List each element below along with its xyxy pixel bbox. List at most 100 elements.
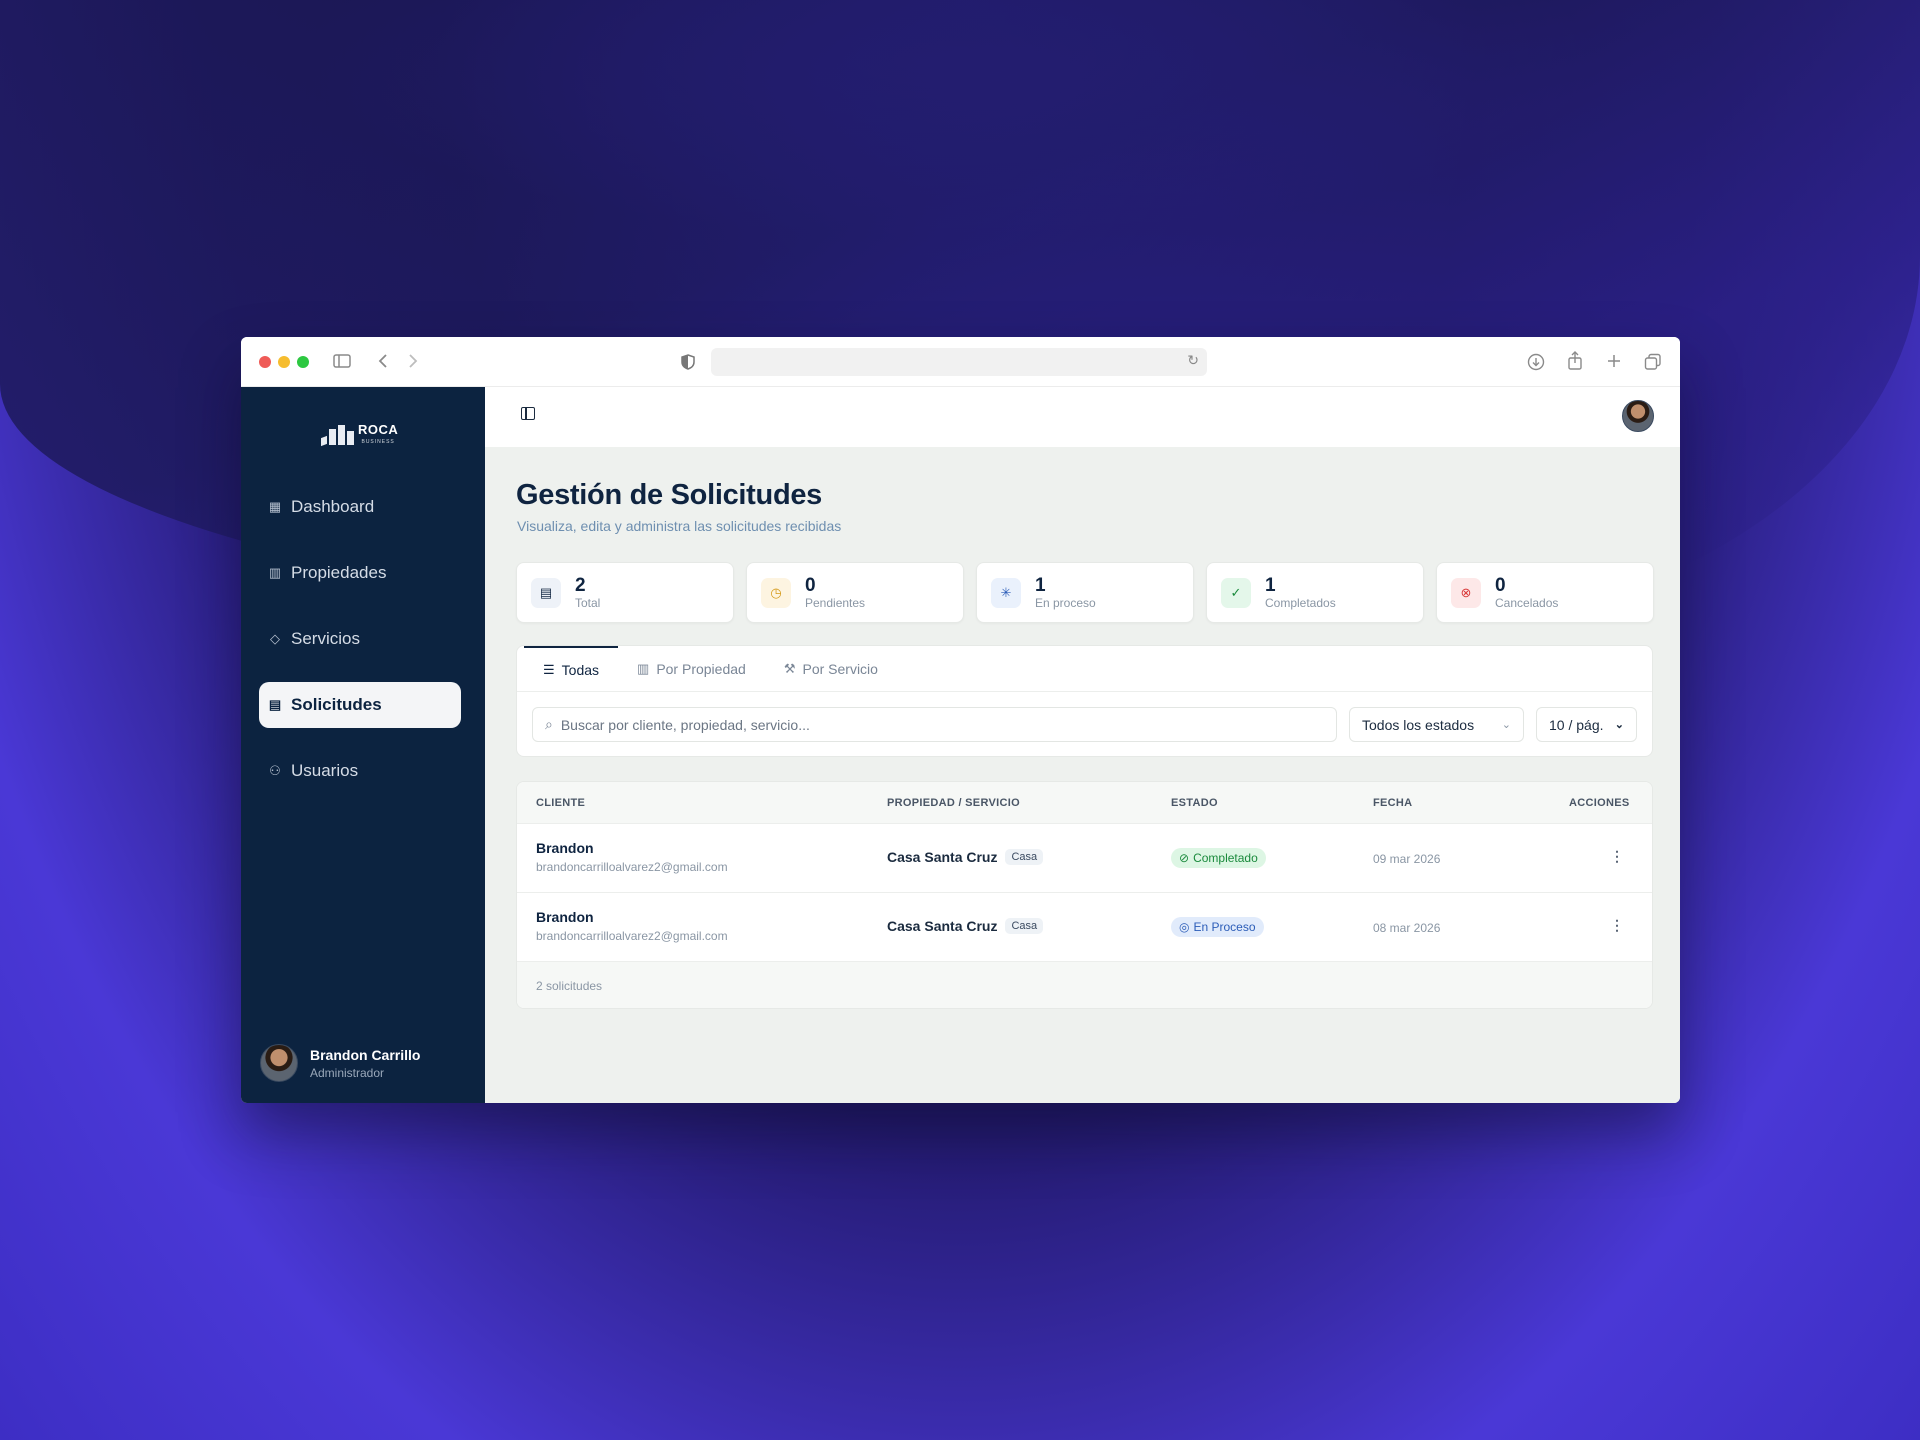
- stat-label: Cancelados: [1495, 595, 1559, 610]
- client-name: Brandon: [536, 840, 594, 856]
- property-name: Casa Santa Cruz: [887, 918, 998, 934]
- new-tab-icon[interactable]: [1607, 354, 1621, 368]
- share-icon[interactable]: [1567, 351, 1583, 371]
- stat-label: Total: [575, 595, 601, 610]
- stat-value: 2: [575, 574, 586, 596]
- browser-window: ↻ ROCA BUSINESS ▦ Dashboard ▥ Propiedade…: [241, 337, 1680, 1103]
- column-header-estado[interactable]: ESTADO: [1171, 797, 1218, 809]
- sidebar-item-propiedades[interactable]: ▥ Propiedades: [259, 550, 461, 596]
- forward-icon[interactable]: [407, 353, 419, 369]
- stat-label: En proceso: [1035, 595, 1096, 610]
- list-icon: ☰: [543, 661, 555, 677]
- top-avatar[interactable]: [1622, 400, 1654, 432]
- sidebar-item-solicitudes[interactable]: ▤ Solicitudes: [259, 682, 461, 728]
- stats-row: ▤ 2 Total ◷ 0 Pendientes ✳ 1 En proceso: [516, 562, 1654, 623]
- tabs-icon[interactable]: [1644, 353, 1662, 371]
- stat-value: 1: [1265, 574, 1276, 596]
- reload-icon[interactable]: ↻: [1187, 352, 1199, 369]
- stat-value: 0: [1495, 574, 1506, 596]
- close-window-button[interactable]: [259, 356, 271, 368]
- search-input[interactable]: ⌕ Buscar por cliente, propiedad, servici…: [532, 707, 1337, 742]
- download-icon[interactable]: [1527, 353, 1545, 371]
- tab-label: Todas: [561, 661, 600, 678]
- more-actions-icon[interactable]: ⋮: [1610, 917, 1624, 934]
- stat-card-completados: ✓ 1 Completados: [1206, 562, 1424, 623]
- stat-value: 1: [1035, 574, 1046, 596]
- table-header: CLIENTE PROPIEDAD / SERVICIO ESTADO FECH…: [517, 782, 1652, 824]
- column-header-cliente[interactable]: CLIENTE: [536, 797, 585, 809]
- sidebar-item-label: Usuarios: [291, 761, 359, 780]
- status-cell: ⊘ Completado: [1171, 848, 1266, 868]
- clipboard-icon: ▤: [531, 577, 561, 608]
- sidebar-item-dashboard[interactable]: ▦ Dashboard: [259, 484, 461, 530]
- check-circle-icon: ✓: [1221, 577, 1251, 608]
- user-profile[interactable]: Brandon Carrillo Administrador: [260, 1044, 420, 1082]
- main-content: Gestión de Solicitudes Visualiza, edita …: [485, 387, 1680, 1103]
- chevron-down-icon: ⌄: [1501, 719, 1511, 731]
- building-icon: ▥: [637, 660, 650, 676]
- more-actions-icon[interactable]: ⋮: [1610, 848, 1624, 865]
- window-controls: [259, 356, 309, 368]
- date-cell: 09 mar 2026: [1373, 852, 1441, 866]
- column-header-acciones: ACCIONES: [1569, 797, 1630, 809]
- logo-text: ROCA: [358, 422, 399, 437]
- property-type-tag: Casa: [1005, 849, 1044, 865]
- sidebar: ROCA BUSINESS ▦ Dashboard ▥ Propiedades …: [241, 387, 485, 1103]
- avatar: [260, 1044, 298, 1082]
- sidebar-item-servicios[interactable]: ◇ Servicios: [259, 616, 461, 662]
- tab-bar: ☰ Todas ▥ Por Propiedad ⚒ Por Servicio: [517, 646, 1652, 692]
- tag-icon: ◇: [270, 631, 280, 646]
- stat-card-cancelados: ⊗ 0 Cancelados: [1436, 562, 1654, 623]
- shield-icon[interactable]: [681, 354, 695, 370]
- maximize-window-button[interactable]: [297, 356, 309, 368]
- tab-label: Por Propiedad: [656, 660, 746, 677]
- logo-subtext: BUSINESS: [361, 439, 395, 445]
- sidebar-item-usuarios[interactable]: ⚇ Usuarios: [259, 748, 461, 794]
- building-icon: ▥: [268, 565, 282, 580]
- page-title: Gestión de Solicitudes: [516, 479, 823, 511]
- tab-label: Por Servicio: [802, 660, 878, 677]
- minimize-window-button[interactable]: [278, 356, 290, 368]
- status-text: Completado: [1193, 851, 1258, 865]
- stat-card-en-proceso: ✳ 1 En proceso: [976, 562, 1194, 623]
- tab-por-propiedad[interactable]: ▥ Por Propiedad: [618, 646, 765, 691]
- page-size-select[interactable]: 10 / pág. ⌄: [1536, 707, 1637, 742]
- property-cell: Casa Santa Cruz Casa: [887, 918, 1044, 934]
- sidebar-item-label: Dashboard: [291, 497, 375, 516]
- page-subtitle: Visualiza, edita y administra las solici…: [517, 518, 842, 534]
- user-role: Administrador: [310, 1065, 385, 1080]
- chevron-down-icon: ⌄: [1614, 719, 1624, 731]
- property-name: Casa Santa Cruz: [887, 849, 998, 865]
- table-row[interactable]: Brandon brandoncarrilloalvarez2@gmail.co…: [517, 893, 1652, 962]
- page-size-value: 10 / pág.: [1549, 716, 1604, 733]
- sidebar-toggle-icon[interactable]: [521, 407, 535, 420]
- tab-todas[interactable]: ☰ Todas: [524, 646, 619, 691]
- search-icon: ⌕: [545, 716, 553, 732]
- stat-label: Pendientes: [805, 595, 866, 610]
- user-name: Brandon Carrillo: [310, 1046, 421, 1063]
- column-header-propiedad[interactable]: PROPIEDAD / SERVICIO: [887, 797, 1020, 809]
- tab-por-servicio[interactable]: ⚒ Por Servicio: [765, 646, 897, 691]
- property-type-tag: Casa: [1005, 918, 1044, 934]
- stat-value: 0: [805, 574, 816, 596]
- back-icon[interactable]: [377, 353, 389, 369]
- status-select[interactable]: Todos los estados ⌄: [1349, 707, 1524, 742]
- status-text: En Proceso: [1193, 920, 1256, 934]
- loader-icon: ✳: [991, 577, 1021, 608]
- table-row[interactable]: Brandon brandoncarrilloalvarez2@gmail.co…: [517, 824, 1652, 893]
- status-badge: ◎ En Proceso: [1171, 917, 1264, 937]
- column-header-fecha[interactable]: FECHA: [1373, 797, 1412, 809]
- url-bar[interactable]: ↻: [711, 348, 1207, 376]
- property-cell: Casa Santa Cruz Casa: [887, 849, 1044, 865]
- row-count: 2 solicitudes: [536, 979, 603, 993]
- status-select-value: Todos los estados: [1362, 716, 1475, 733]
- stat-label: Completados: [1265, 595, 1336, 610]
- client-name: Brandon: [536, 909, 594, 925]
- table-footer: 2 solicitudes: [517, 962, 1652, 1008]
- wrench-icon: ⚒: [783, 660, 796, 676]
- requests-table: CLIENTE PROPIEDAD / SERVICIO ESTADO FECH…: [516, 781, 1653, 1009]
- date-cell: 08 mar 2026: [1373, 921, 1441, 935]
- sidebar-toggle-icon[interactable]: [333, 353, 351, 369]
- sidebar-item-label: Solicitudes: [291, 695, 382, 714]
- logo[interactable]: ROCA BUSINESS: [321, 421, 399, 447]
